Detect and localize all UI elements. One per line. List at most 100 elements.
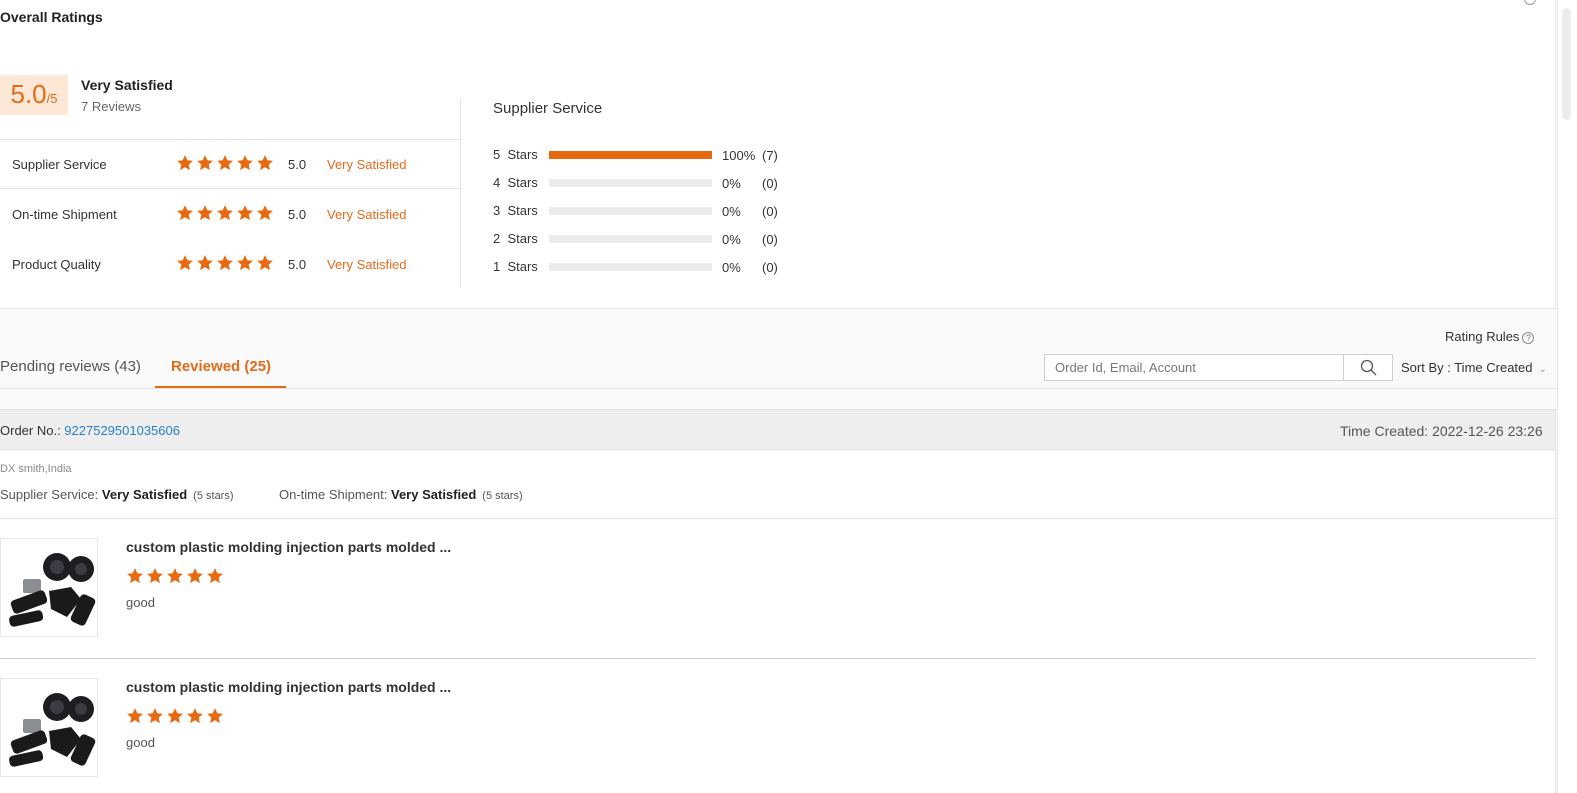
order-number-link[interactable]: 9227529501035606: [64, 423, 180, 438]
distribution-percent: 0%: [722, 204, 741, 219]
star-icon: [196, 154, 214, 172]
buyer-info: DX smith,India: [0, 463, 72, 475]
star-icon: [256, 204, 274, 222]
star-icon: [176, 154, 194, 172]
reviews-page: Overall Ratings 5.0 /5 Very Satisfied 7 …: [0, 0, 1577, 793]
star-icon: [126, 707, 144, 725]
star-icon: [216, 154, 234, 172]
rating-rules-link[interactable]: Rating Rules?: [1445, 329, 1535, 344]
star-icon: [206, 567, 224, 585]
tab-pending-reviews[interactable]: Pending reviews (43): [0, 358, 141, 375]
tab-reviewed[interactable]: Reviewed (25): [171, 358, 271, 375]
rating-stars: [176, 254, 276, 272]
star-icon: [256, 154, 274, 172]
star-icon: [206, 707, 224, 725]
product-title[interactable]: custom plastic molding injection parts m…: [126, 539, 451, 555]
distribution-percent: 100%: [722, 148, 756, 163]
overall-satisfaction-label: Very Satisfied: [81, 77, 173, 93]
order-number-label: Order No.:: [0, 423, 65, 438]
supplier-service-stars: (5 stars): [193, 490, 234, 502]
distribution-label: 1 Stars: [493, 259, 538, 274]
product-title[interactable]: custom plastic molding injection parts m…: [126, 679, 451, 695]
distribution-count: (0): [762, 260, 778, 275]
overall-score-max: /5: [46, 91, 58, 106]
overall-review-count: 7 Reviews: [81, 99, 141, 114]
rating-value: 5.0: [288, 207, 307, 222]
product-photo: [9, 553, 96, 627]
star-icon: [236, 254, 254, 272]
distribution-row: 3 Stars 0% (0): [493, 203, 793, 219]
rating-value: 5.0: [288, 257, 307, 272]
star-icon: [146, 707, 164, 725]
overall-score-badge: 5.0 /5: [0, 75, 68, 115]
star-icon: [186, 707, 204, 725]
distribution-row: 1 Stars 0% (0): [493, 259, 793, 275]
shipment-label: On-time Shipment:: [279, 487, 391, 502]
star-icon: [176, 204, 194, 222]
product-rating-stars: [126, 567, 226, 585]
order-time-created: Time Created: 2022-12-26 23:26: [1340, 423, 1543, 439]
divider: [0, 139, 461, 140]
rating-row: Product Quality 5.0 Very Satisfied: [12, 254, 452, 274]
scrollbar-thumb[interactable]: [1562, 8, 1571, 120]
distribution-count: (0): [762, 204, 778, 219]
divider: [460, 98, 461, 288]
overall-score: 5.0: [10, 79, 47, 109]
search-button[interactable]: [1343, 354, 1393, 381]
distribution-bar: [549, 263, 712, 271]
distribution-bar: [549, 179, 712, 187]
star-icon: [146, 567, 164, 585]
product-image[interactable]: [0, 678, 98, 777]
distribution-count: (7): [762, 148, 778, 163]
star-icon: [186, 567, 204, 585]
star-icon: [236, 204, 254, 222]
distribution-count: (0): [762, 232, 778, 247]
chevron-down-icon: ⌄: [1538, 364, 1547, 375]
order-header: [0, 410, 1555, 451]
order-number: Order No.: 9227529501035606: [0, 423, 180, 438]
rating-stars: [176, 204, 276, 222]
rating-row: On-time Shipment 5.0 Very Satisfied: [12, 204, 452, 224]
distribution-row: 5 Stars 100% (7): [493, 147, 793, 163]
divider: [0, 518, 1555, 519]
rating-text: Very Satisfied: [327, 257, 407, 272]
rating-value: 5.0: [288, 157, 307, 172]
panel-border: [1555, 0, 1556, 309]
supplier-service-label: Supplier Service:: [0, 487, 102, 502]
rating-label: Supplier Service: [12, 157, 107, 172]
product-image[interactable]: [0, 538, 98, 637]
star-icon: [166, 567, 184, 585]
distribution-label: 2 Stars: [493, 231, 538, 246]
distribution-row: 2 Stars 0% (0): [493, 231, 793, 247]
tabs-divider: [0, 388, 1556, 389]
star-icon: [196, 204, 214, 222]
search-input[interactable]: [1044, 354, 1344, 381]
divider: [0, 188, 461, 189]
distribution-row: 4 Stars 0% (0): [493, 175, 793, 191]
distribution-percent: 0%: [722, 176, 741, 191]
sort-label: Sort By : Time Created: [1401, 360, 1533, 375]
star-icon: [216, 204, 234, 222]
divider: [0, 658, 1535, 659]
rating-stars: [176, 154, 276, 172]
rating-text: Very Satisfied: [327, 157, 407, 172]
search-icon: [1360, 359, 1376, 376]
star-icon: [236, 154, 254, 172]
star-icon: [176, 254, 194, 272]
sort-dropdown[interactable]: Sort By : Time Created ⌄: [1401, 360, 1547, 375]
rating-label: On-time Shipment: [12, 207, 117, 222]
distribution-label: 3 Stars: [493, 203, 538, 218]
help-icon[interactable]: ?: [1522, 332, 1535, 344]
rating-text: Very Satisfied: [327, 207, 407, 222]
distribution-bar: [549, 151, 712, 159]
supplier-service-value: Very Satisfied: [101, 487, 188, 502]
distribution-count: (0): [762, 176, 778, 191]
distribution-percent: 0%: [722, 232, 741, 247]
distribution-label: 4 Stars: [493, 175, 538, 190]
star-icon: [166, 707, 184, 725]
shipment-stars: (5 stars): [482, 490, 523, 502]
order-card: [0, 409, 1556, 793]
distribution-label: 5 Stars: [493, 147, 538, 162]
star-icon: [126, 567, 144, 585]
distribution-bar: [549, 235, 712, 243]
